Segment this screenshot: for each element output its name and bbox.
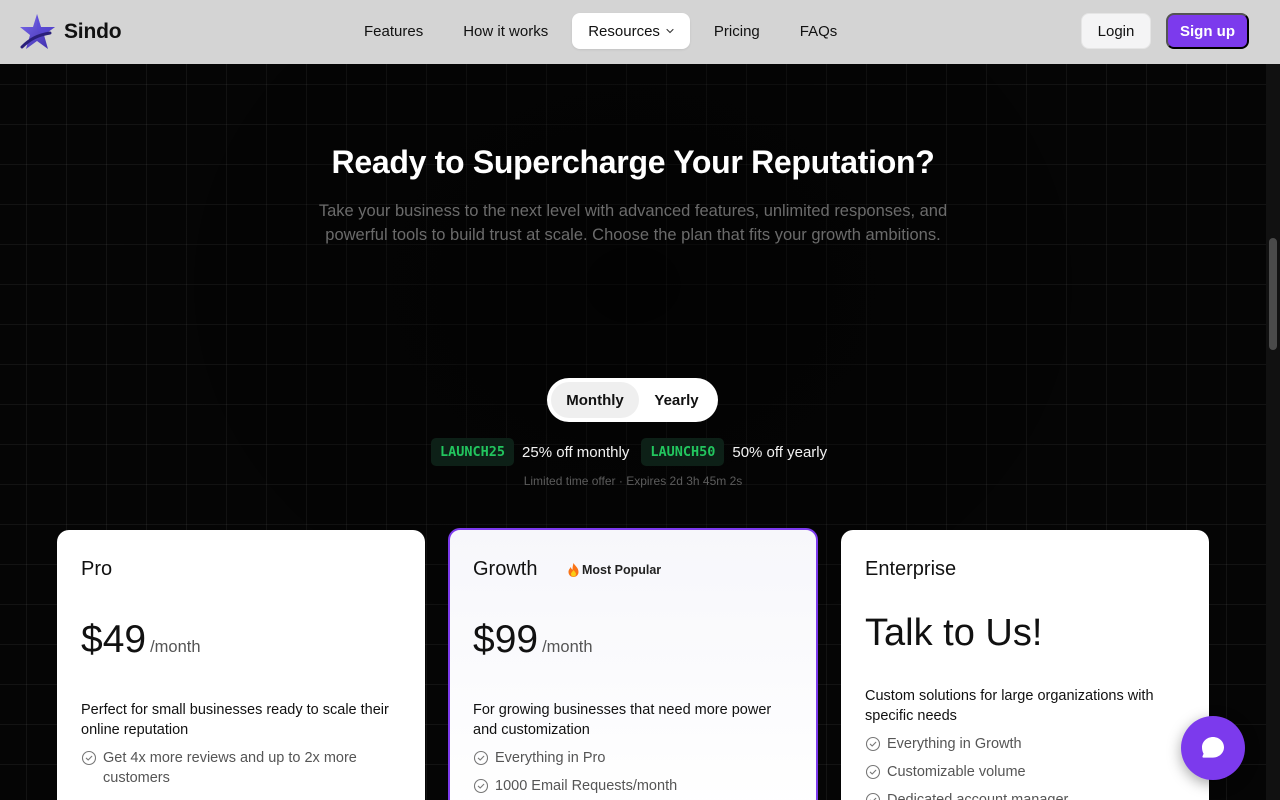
feature-text: Everything in Growth [887, 736, 1022, 752]
feature-item: Everything in Growth [865, 734, 1185, 754]
price-period: /month [542, 638, 593, 656]
plan-card-growth: Growth Most Popular $99 /month For growi… [448, 528, 818, 800]
price-amount: $49 [81, 618, 147, 661]
plan-feature-list: Get 4x more reviews and up to 2x more cu… [81, 748, 401, 796]
feature-text: Customizable volume [887, 764, 1026, 780]
price-amount: $99 [473, 618, 539, 661]
promo-code-monthly[interactable]: LAUNCH25 [431, 438, 515, 466]
main-nav: Features How it works Resources Pricing … [348, 13, 861, 49]
nav-resources-label: Resources [588, 22, 660, 40]
brand-name: Sindo [64, 20, 122, 43]
plan-price: $99 /month [473, 618, 593, 662]
plan-description: For growing businesses that need more po… [473, 702, 772, 738]
toggle-yearly[interactable]: Yearly [639, 382, 714, 418]
signup-button[interactable]: Sign up [1166, 13, 1249, 49]
brand-home-link[interactable]: Sindo [20, 13, 122, 51]
check-circle-icon [473, 750, 489, 766]
pricing-title: Ready to Supercharge Your Reputation? [331, 144, 935, 180]
fire-icon [568, 563, 579, 577]
feature-item: Customizable volume [865, 762, 1185, 782]
top-navbar: Sindo Features How it works Resources Pr… [0, 0, 1266, 64]
check-circle-icon [865, 792, 881, 800]
promo-code-yearly[interactable]: LAUNCH50 [641, 438, 725, 466]
scrollbar-thumb[interactable] [1269, 238, 1277, 350]
plan-headline: Talk to Us! [865, 612, 1043, 654]
offer-countdown: Limited time offer · Expires 2d 3h 45m 2… [523, 474, 743, 488]
billing-period-toggle: Monthly Yearly [547, 378, 718, 422]
feature-item: Dedicated account manager [865, 790, 1185, 800]
feature-text: 1000 Email Requests/month [495, 778, 678, 794]
nav-features[interactable]: Features [348, 13, 439, 49]
plan-price: $49 /month [81, 618, 201, 662]
pricing-subtitle: Take your business to the next level wit… [318, 202, 948, 244]
nav-faqs[interactable]: FAQs [784, 13, 854, 49]
star-logo-icon [20, 14, 55, 49]
nav-how-it-works[interactable]: How it works [447, 13, 564, 49]
chat-bubble-icon [1202, 737, 1224, 758]
nav-features-label: Features [364, 22, 424, 40]
feature-text: Everything in Pro [495, 750, 606, 766]
feature-text: Dedicated account manager [887, 792, 1069, 800]
check-circle-icon [81, 750, 97, 766]
nav-pricing-label: Pricing [713, 22, 760, 40]
check-circle-icon [473, 778, 489, 794]
header-scrollbar-gap [1266, 0, 1280, 64]
plan-name: Growth [473, 558, 538, 580]
badge-label: Most Popular [582, 563, 662, 577]
toggle-monthly[interactable]: Monthly [551, 382, 639, 418]
nav-faqs-label: FAQs [799, 22, 838, 40]
plan-name: Pro [81, 558, 113, 580]
page-scrollbar[interactable] [1266, 64, 1280, 800]
login-button[interactable]: Login [1081, 13, 1151, 49]
promo-codes-row: LAUNCH25 25% off monthly LAUNCH50 50% of… [431, 438, 839, 466]
feature-item: 1000 Email Requests/month [473, 776, 793, 796]
chat-widget-button[interactable] [1181, 716, 1245, 780]
plan-card-enterprise: Enterprise Talk to Us! Custom solutions … [841, 530, 1209, 800]
check-circle-icon [865, 736, 881, 752]
nav-pricing[interactable]: Pricing [698, 13, 776, 49]
promo-text-yearly: 50% off yearly [732, 443, 828, 461]
feature-item: Everything in Pro [473, 748, 793, 768]
plan-name: Enterprise [865, 558, 957, 580]
plan-description: Perfect for small businesses ready to sc… [81, 702, 389, 738]
plan-card-pro: Pro $49 /month Perfect for small busines… [57, 530, 425, 800]
check-circle-icon [865, 764, 881, 780]
nav-how-it-works-label: How it works [463, 22, 549, 40]
plan-feature-list: Everything in Growth Customizable volume… [865, 734, 1185, 800]
promo-text-monthly: 25% off monthly [522, 443, 630, 461]
feature-text: Get 4x more reviews and up to 2x more cu… [103, 750, 357, 786]
most-popular-badge: Most Popular [566, 562, 661, 578]
feature-item: Get 4x more reviews and up to 2x more cu… [81, 748, 401, 788]
plan-description: Custom solutions for large organizations… [865, 688, 1154, 724]
plan-feature-list: Everything in Pro 1000 Email Requests/mo… [473, 748, 793, 800]
chevron-down-icon [666, 28, 674, 34]
nav-resources-dropdown[interactable]: Resources [572, 13, 690, 49]
price-period: /month [150, 638, 201, 656]
